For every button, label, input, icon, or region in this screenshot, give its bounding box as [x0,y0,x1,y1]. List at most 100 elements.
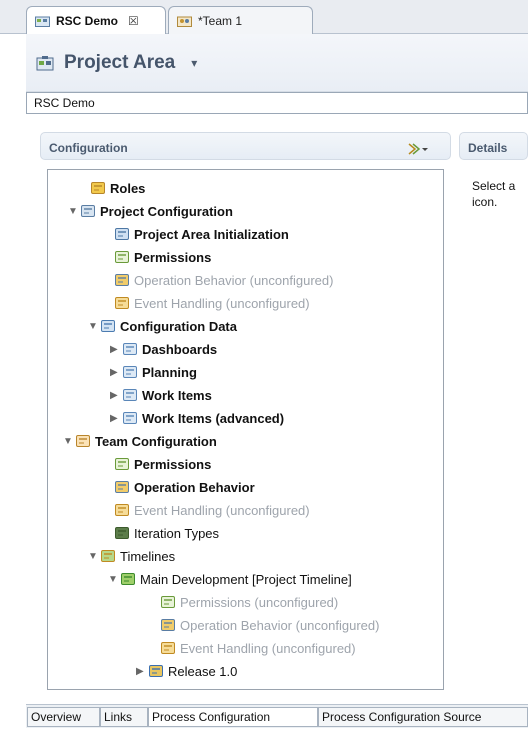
collapsed-arrow-icon[interactable]: ▶ [136,666,146,677]
tree-node-label: Iteration Types [134,525,220,541]
tree-node[interactable]: Event Handling (unconfigured) [102,500,310,520]
tree-node[interactable]: ▶ Dashboards [110,339,217,359]
folder-icon [123,343,137,355]
left-margin [0,34,26,732]
configuration-tree[interactable]: Roles ▼ Project Configuration Project Area … [47,169,444,690]
tree-node[interactable]: ▶ Work Items [110,385,212,405]
tree-node[interactable]: Project Area Initialization [102,224,289,244]
timeline-icon [121,573,135,585]
tree-node-label: Event Handling (unconfigured) [134,502,310,518]
tab-links[interactable]: Links [100,707,148,727]
project-config-icon [81,205,95,217]
permissions-icon [115,251,129,263]
expanded-arrow-icon[interactable]: ▼ [68,206,78,217]
folder-icon [123,412,137,424]
tree-node-label: Permissions [134,456,212,472]
tree-node[interactable]: Event Handling (unconfigured) [102,293,310,313]
toolbar-menu-icon[interactable] [407,142,429,156]
tab-label: *Team 1 [198,13,243,28]
config-data-icon [101,320,115,332]
details-section-header: Details [459,132,528,160]
tree-node[interactable]: Iteration Types [102,523,219,543]
tree-node[interactable]: Permissions [102,454,211,474]
details-line-2: icon. [472,195,498,209]
team-area-icon [177,16,192,27]
tab-process-configuration-source[interactable]: Process Configuration Source [318,707,528,727]
tree-node[interactable]: Event Handling (unconfigured) [148,638,356,658]
tree-node[interactable]: Operation Behavior (unconfigured) [102,270,333,290]
tree-node[interactable]: ▶ Release 1.0 [136,661,237,681]
tree-node[interactable]: ▼ Project Configuration [68,201,233,221]
close-icon[interactable]: ☒ [128,14,139,28]
tree-node[interactable]: ▼ Timelines [88,546,175,566]
tab-overview[interactable]: Overview [27,707,100,727]
tab-label: Process Configuration Source [322,710,482,724]
event-handling-icon [161,642,175,654]
collapsed-arrow-icon[interactable]: ▶ [110,367,120,378]
tree-node[interactable]: ▼ Team Configuration [63,431,217,451]
team-config-icon [76,435,90,447]
project-area-icon [35,16,50,27]
tree-node-label: Planning [142,364,197,380]
tree-node-label: Dashboards [142,341,218,357]
tab-process-configuration[interactable]: Process Configuration [148,707,318,727]
operation-behavior-icon [115,274,129,286]
operation-behavior-icon [115,481,129,493]
collapsed-arrow-icon[interactable]: ▶ [110,344,120,355]
expanded-arrow-icon[interactable]: ▼ [88,321,98,332]
tree-node-label: Event Handling (unconfigured) [134,295,310,311]
tree-node[interactable]: Operation Behavior (unconfigured) [148,615,379,635]
tree-node-label: Roles [110,180,146,196]
tree-node-label: Project Area Initialization [134,226,289,242]
details-text: Select a icon. [472,178,515,210]
tree-node-label: Team Configuration [95,433,217,449]
collapsed-arrow-icon[interactable]: ▶ [110,413,120,424]
tree-node[interactable]: Operation Behavior [102,477,255,497]
tree-node-label: Operation Behavior (unconfigured) [134,272,334,288]
editor-tab-bar: RSC Demo ☒ *Team 1 [0,0,528,34]
expanded-arrow-icon[interactable]: ▼ [63,436,73,447]
operation-behavior-icon [161,619,175,631]
tree-node-label: Work Items (advanced) [142,410,285,426]
folder-icon [123,366,137,378]
editor-header: Project Area ▾ [26,34,528,92]
project-name-field[interactable]: RSC Demo [26,92,528,114]
tree-node-label: Project Configuration [100,203,233,219]
initialization-icon [115,228,129,240]
project-area-title: Project Area [64,52,176,73]
tree-node[interactable]: Roles [78,178,145,198]
project-area-icon [36,56,54,71]
tree-node[interactable]: ▼ Configuration Data [88,316,237,336]
tab-label: RSC Demo [56,13,119,28]
event-handling-icon [115,504,129,516]
details-line-1: Select a [472,179,516,193]
page-title[interactable]: Project Area ▾ [36,52,197,74]
configuration-section-title: Configuration [49,141,128,155]
folder-icon [123,389,137,401]
tree-node[interactable]: ▶ Planning [110,362,197,382]
tree-node-label: Operation Behavior (unconfigured) [180,617,380,633]
tree-node[interactable]: Permissions (unconfigured) [148,592,338,612]
tree-node-label: Timelines [120,548,176,564]
permissions-icon [161,596,175,608]
tab-label: Process Configuration [152,710,271,724]
bottom-tab-bar: Overview Links Process Configuration Pro… [26,704,528,728]
permissions-icon [115,458,129,470]
tree-node-label: Event Handling (unconfigured) [180,640,356,656]
tree-node[interactable]: ▼ Main Development [Project Timeline] [108,569,352,589]
chevron-down-icon[interactable]: ▾ [191,56,197,70]
iteration-types-icon [115,527,129,539]
tree-node-label: Release 1.0 [168,663,238,679]
expanded-arrow-icon[interactable]: ▼ [108,574,118,585]
tree-node-label: Permissions (unconfigured) [180,594,339,610]
tree-node-label: Main Development [Project Timeline] [140,571,352,587]
tree-node-label: Operation Behavior [134,479,255,495]
expanded-arrow-icon[interactable]: ▼ [88,551,98,562]
timelines-icon [101,550,115,562]
tree-node[interactable]: ▶ Work Items (advanced) [110,408,284,428]
release-icon [149,665,163,677]
tab-rsc-demo[interactable]: RSC Demo ☒ [26,6,166,34]
tree-node[interactable]: Permissions [102,247,211,267]
collapsed-arrow-icon[interactable]: ▶ [110,390,120,401]
tab-team-1[interactable]: *Team 1 [168,6,313,34]
